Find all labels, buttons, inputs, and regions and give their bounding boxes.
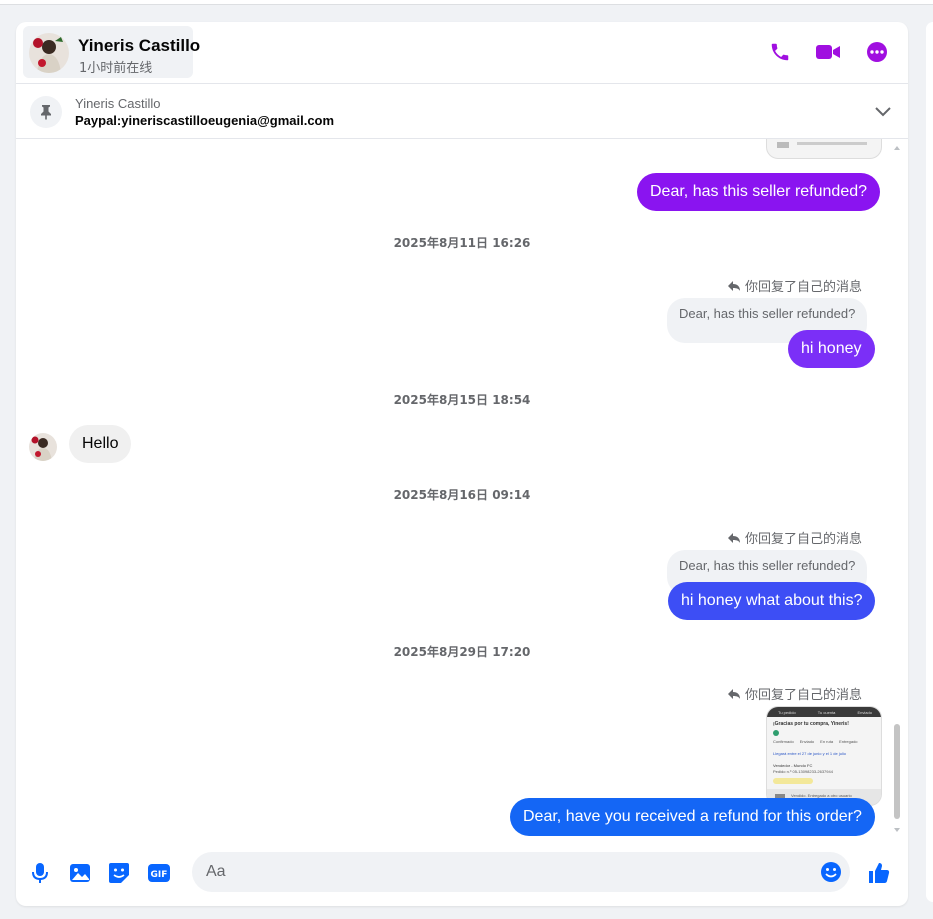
reply-indicator-text: 你回复了自己的消息 xyxy=(744,688,862,703)
right-side-panel xyxy=(926,22,933,902)
reply-indicator-text: 你回复了自己的消息 xyxy=(744,280,862,295)
pinned-text: Paypal:yineriscastilloeugenia@gmail.com xyxy=(75,113,335,128)
message-bubble-sent[interactable]: hi honey what about this? xyxy=(668,582,876,620)
message-bubble-sent[interactable]: Dear, has this seller refunded? xyxy=(637,173,881,211)
composer: GIF xyxy=(16,842,908,906)
video-call-icon[interactable] xyxy=(814,38,842,66)
reply-icon xyxy=(727,532,740,543)
message-list[interactable]: Dear, has this seller refunded? 2025年8月1… xyxy=(16,139,908,839)
svg-text:GIF: GIF xyxy=(151,870,168,880)
message-input[interactable] xyxy=(206,852,806,892)
thumb-step: Entregado xyxy=(839,739,858,744)
message-input-wrapper xyxy=(192,852,850,892)
thumb-tab: Tu pedido xyxy=(778,709,796,715)
phone-call-icon[interactable] xyxy=(766,38,794,66)
thumb-steps: Confirmado Enviado En ruta Entregado xyxy=(773,739,858,744)
thumb-tab: Tu cuenta xyxy=(817,709,836,715)
more-options-icon[interactable] xyxy=(863,38,891,66)
chat-panel: Yineris Castillo 1小时前在线 Yineris Castillo… xyxy=(16,22,908,906)
thumb-line: Pedido n.º 05-13098233-2637944 xyxy=(773,769,833,774)
reply-icon xyxy=(727,280,740,291)
timestamp: 2025年8月15日 18:54 xyxy=(393,393,531,407)
scroll-up-arrow-icon xyxy=(894,146,900,150)
browser-top-strip xyxy=(0,0,933,5)
avatar xyxy=(29,33,69,73)
reply-indicator: 你回复了自己的消息 xyxy=(727,684,862,703)
emoji-icon[interactable] xyxy=(820,861,842,883)
reply-indicator: 你回复了自己的消息 xyxy=(727,276,862,295)
image-attachment-partial[interactable] xyxy=(766,139,882,159)
check-icon xyxy=(773,730,779,736)
gif-icon[interactable]: GIF xyxy=(146,860,172,886)
scroll-down-arrow-icon xyxy=(894,828,900,832)
thumbs-up-icon[interactable] xyxy=(866,860,892,886)
thumb-step: En ruta xyxy=(820,739,834,744)
thumb-badge xyxy=(773,778,813,784)
photo-icon[interactable] xyxy=(67,860,93,886)
thumb-line: Llegará entre el 27 de junio y el 1 de j… xyxy=(773,751,846,756)
message-bubble-received[interactable]: Hello xyxy=(69,425,132,463)
pinned-message-bar[interactable]: Yineris Castillo Paypal:yineriscastilloe… xyxy=(16,84,908,139)
timestamp: 2025年8月29日 17:20 xyxy=(393,645,531,659)
microphone-icon[interactable] xyxy=(27,860,53,886)
scrollbar-thumb[interactable] xyxy=(894,724,900,819)
profile-chip[interactable]: Yineris Castillo 1小时前在线 xyxy=(23,26,200,78)
sticker-icon[interactable] xyxy=(106,860,132,886)
reply-icon xyxy=(727,688,740,699)
contact-avatar[interactable] xyxy=(29,433,57,461)
timestamp: 2025年8月16日 09:14 xyxy=(393,488,531,502)
contact-name: Yineris Castillo xyxy=(78,36,201,55)
chevron-down-icon[interactable] xyxy=(874,104,892,118)
contact-status: 1小时前在线 xyxy=(79,61,153,76)
thumb-step: Enviado xyxy=(799,739,815,744)
thumb-tab: Enviado xyxy=(857,709,872,715)
message-bubble-sent[interactable]: Dear, have you received a refund for thi… xyxy=(510,798,875,836)
pinned-sender: Yineris Castillo xyxy=(75,96,161,111)
thumb-heading: ¡Gracias por tu compra, Yineris! xyxy=(773,721,849,727)
thumb-tab-bar: Tu pedido Tu cuenta Enviado xyxy=(767,707,881,717)
reply-indicator-text: 你回复了自己的消息 xyxy=(744,532,862,547)
thumb-step: Confirmado xyxy=(773,739,794,744)
reply-indicator: 你回复了自己的消息 xyxy=(727,528,862,547)
timestamp: 2025年8月11日 16:26 xyxy=(393,236,531,250)
thumb-line: Vendedor - Mundo FC xyxy=(773,763,813,768)
pin-icon xyxy=(30,96,62,128)
chat-header: Yineris Castillo 1小时前在线 xyxy=(16,22,908,84)
quoted-image-attachment[interactable]: Tu pedido Tu cuenta Enviado ¡Gracias por… xyxy=(766,706,882,806)
message-bubble-sent[interactable]: hi honey xyxy=(788,330,875,368)
